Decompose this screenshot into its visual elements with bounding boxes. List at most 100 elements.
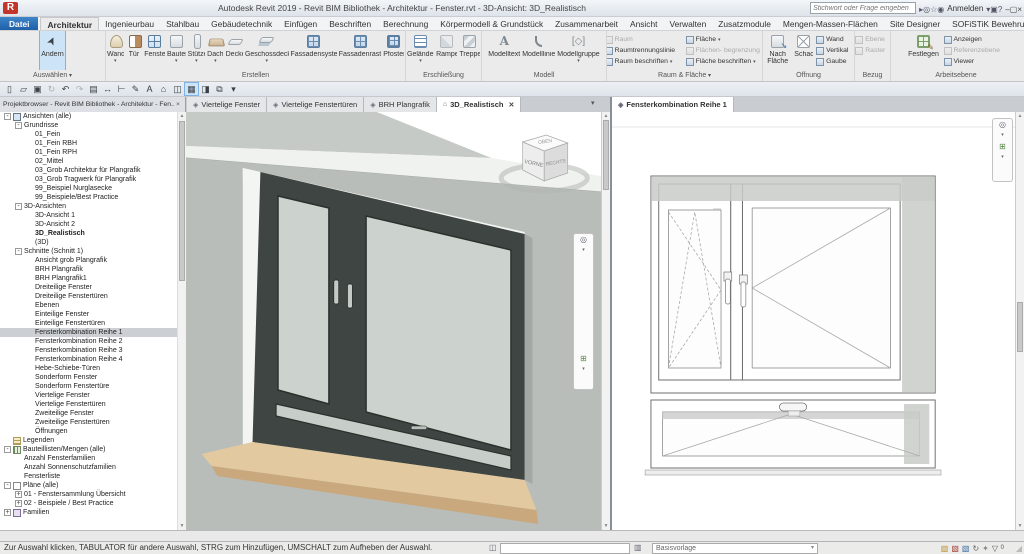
tree-item[interactable]: Anzahl Fensterfamilien xyxy=(0,454,185,463)
filter-icon[interactable]: ▽ xyxy=(992,543,998,554)
expand-icon[interactable] xyxy=(15,500,22,507)
expand-icon[interactable] xyxy=(4,509,11,516)
tree-item[interactable]: Pläne (alle) xyxy=(0,481,185,490)
expand-icon[interactable] xyxy=(4,482,11,489)
reload-latest-icon[interactable]: ↻ xyxy=(972,543,979,554)
elevation-view[interactable] xyxy=(612,112,1015,530)
ribbon-tab[interactable]: Ansicht xyxy=(624,17,663,30)
ribbon-button[interactable]: Rampe▾ xyxy=(435,31,458,70)
ribbon-tab[interactable]: Ingenieurbau xyxy=(99,17,160,30)
view-tab[interactable]: ◈BRH Plangrafik✕ xyxy=(364,97,437,112)
chevron-down-icon[interactable]: ▾ xyxy=(582,364,585,375)
ribbon-small-button[interactable]: Wand▾ xyxy=(816,35,853,44)
tree-item[interactable]: Zweiteilige Fenstertüren xyxy=(0,418,185,427)
signin-button[interactable]: Anmelden xyxy=(947,4,983,13)
open-file-icon[interactable]: ▱ xyxy=(17,83,30,95)
tree-item[interactable]: 01_Fein RBH xyxy=(0,139,185,148)
tree-item[interactable]: Viertelige Fenstertüren xyxy=(0,400,185,409)
ribbon-tab[interactable]: Beschriften xyxy=(323,17,377,30)
tree-item[interactable]: 01_Fein RPH xyxy=(0,148,185,157)
expand-icon[interactable] xyxy=(4,113,11,120)
ribbon-tab[interactable]: SOFiSTiK Bewehrung xyxy=(946,17,1024,30)
tree-item[interactable]: (3D) xyxy=(0,238,185,247)
customize-qat-icon[interactable]: ▾ xyxy=(227,83,240,95)
ribbon-tab[interactable]: Zusatzmodule xyxy=(712,17,777,30)
sash-handle[interactable] xyxy=(741,282,746,307)
ribbon-button[interactable]: Bauteil▾ xyxy=(166,31,187,70)
thin-lines-icon[interactable]: ▦ xyxy=(185,83,198,95)
ribbon-button[interactable]: Modelltext▾ xyxy=(487,31,521,70)
ribbon-button[interactable]: Dach▾ xyxy=(206,31,225,70)
tree-item[interactable]: Dreiteilige Fenster xyxy=(0,283,185,292)
ribbon-button[interactable]: Modelllinie▾ xyxy=(521,31,556,70)
section-icon[interactable]: ◫ xyxy=(171,83,184,95)
ribbon-small-button[interactable]: Raum beschriften▾ xyxy=(607,57,680,66)
tree-item[interactable]: 01 - Fenstersammlung Übersicht xyxy=(0,490,185,499)
left-sash-glass[interactable] xyxy=(278,196,329,404)
tree-item[interactable]: Fensterkombination Reihe 3 xyxy=(0,346,185,355)
pan-zoom-icon[interactable]: ⊞ xyxy=(999,141,1006,152)
ribbon-tab[interactable]: Mengen-Massen-Flächen xyxy=(777,17,884,30)
3d-scene[interactable]: OBEN VORNE RECHTS xyxy=(186,112,601,530)
ribbon-tab[interactable]: Zusammenarbeit xyxy=(549,17,624,30)
navigation-bar[interactable]: ◎ ▾ ⊞ ▾ xyxy=(573,233,594,390)
ribbon-small-button[interactable]: Raumtrennungslinie▾ xyxy=(607,46,680,55)
ribbon-button[interactable]: Geschossdecke▾ xyxy=(244,31,290,70)
tree-item[interactable]: Viertelige Fenster xyxy=(0,391,185,400)
user-icon[interactable]: ◉ xyxy=(937,5,944,14)
tree-item[interactable]: 02_Mittel xyxy=(0,157,185,166)
chevron-down-icon[interactable]: ▾ xyxy=(1001,152,1004,163)
resize-grip[interactable]: ◢ xyxy=(1016,544,1022,553)
ribbon-tab[interactable]: Stahlbau xyxy=(160,17,205,30)
ribbon-tab[interactable]: Architektur xyxy=(40,17,99,30)
ribbon-button[interactable]: Tür▾ xyxy=(125,31,144,70)
tree-item[interactable]: Einteilige Fenster xyxy=(0,310,185,319)
tree-item[interactable]: Fensterkombination Reihe 1 xyxy=(0,328,185,337)
ribbon-button[interactable]: Wand▾ xyxy=(106,31,125,70)
right-sash[interactable] xyxy=(752,208,890,368)
tree-item[interactable]: 3D-Ansicht 1 xyxy=(0,211,185,220)
ribbon-button[interactable]: Nach Fläche▾ xyxy=(763,31,793,70)
default-3d-view-icon[interactable]: ⌂ xyxy=(157,83,170,95)
chevron-down-icon[interactable]: ▾ xyxy=(1001,130,1004,141)
ribbon-button[interactable]: Treppe▾ xyxy=(458,31,481,70)
tree-item[interactable]: 99_Beispiele/Best Practice xyxy=(0,193,185,202)
expand-icon[interactable] xyxy=(15,122,22,129)
ribbon-small-button[interactable]: Flächen- begrenzung▾ xyxy=(686,46,762,55)
workset-dropdown[interactable] xyxy=(500,543,630,554)
ribbon-small-button[interactable]: Gaube▾ xyxy=(816,57,853,66)
close-hidden-windows-icon[interactable]: ◨ xyxy=(199,83,212,95)
ribbon-small-button[interactable]: Anzeigen▾ xyxy=(944,35,1005,44)
steering-wheel-icon[interactable]: ◎ xyxy=(580,234,587,245)
ribbon-tab[interactable]: Site Designer xyxy=(884,17,946,30)
tree-item[interactable]: Zweiteilige Fenster xyxy=(0,409,185,418)
edit-in-place-icon[interactable]: ✦ xyxy=(982,543,989,554)
view-tab[interactable]: ◈Viertelige Fenstertüren✕ xyxy=(267,97,364,112)
tree-item[interactable]: Öffnungen xyxy=(0,427,185,436)
right-sash-glass[interactable] xyxy=(366,216,511,450)
ribbon-small-button[interactable]: Viewer▾ xyxy=(944,57,1005,66)
ribbon-button[interactable]: Schacht▾ xyxy=(793,31,814,70)
tree-item[interactable]: Sonderform Fenster xyxy=(0,373,185,382)
tree-item[interactable]: Fensterliste xyxy=(0,472,185,481)
expand-icon[interactable] xyxy=(15,248,22,255)
tree-item[interactable]: Sonderform Fenstertüre xyxy=(0,382,185,391)
sash-handle[interactable] xyxy=(725,279,730,304)
3d-viewport[interactable]: OBEN VORNE RECHTS xyxy=(186,112,601,530)
tree-item[interactable]: Familien xyxy=(0,508,185,517)
revit-logo[interactable]: R xyxy=(3,2,18,14)
tree-item[interactable]: Bauteillisten/Mengen (alle) xyxy=(0,445,185,454)
modify-button[interactable]: Ändern▾ xyxy=(40,31,65,70)
view-tab[interactable]: ◈Fensterkombination Reihe 1✕ xyxy=(612,97,734,112)
ribbon-button[interactable]: Pfosten▾ xyxy=(382,31,405,70)
ribbon-button[interactable]: Fenster▾ xyxy=(143,31,166,70)
close-tab-icon[interactable]: ✕ xyxy=(508,101,514,109)
ribbon-button[interactable]: Festlegen▾ xyxy=(907,31,940,70)
tree-item[interactable]: Anzahl Sonnenschutzfamilien xyxy=(0,463,185,472)
save-icon[interactable]: ▣ xyxy=(31,83,44,95)
ribbon-button[interactable]: Modellgruppe▾ xyxy=(556,31,600,70)
app-store-icon[interactable]: ▣ xyxy=(990,5,998,14)
search-input[interactable] xyxy=(810,2,916,14)
close-icon[interactable]: × xyxy=(174,97,182,112)
tab-overflow-icon[interactable]: ▾ xyxy=(591,99,595,107)
